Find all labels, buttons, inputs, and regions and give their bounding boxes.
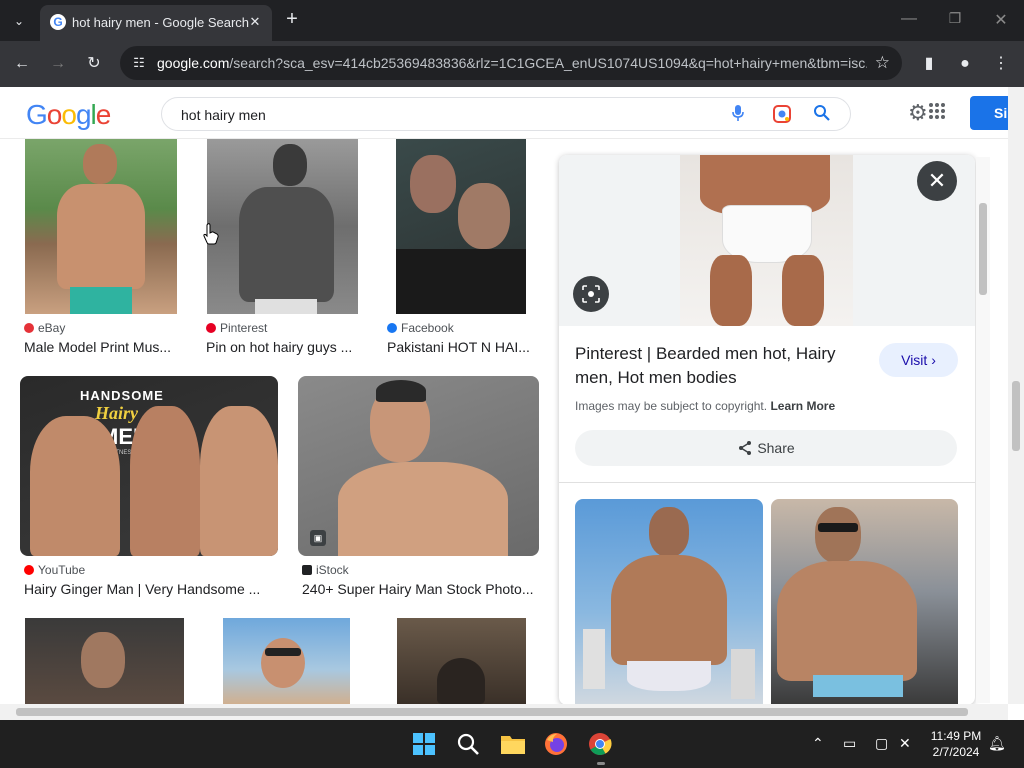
url-domain: google.com <box>157 55 230 71</box>
panel-title[interactable]: Pinterest | Bearded men hot, Hairy men, … <box>575 342 865 390</box>
thumb-text-handsome: HANDSOME <box>80 388 164 403</box>
result-source-3[interactable]: Facebook <box>387 321 454 335</box>
browser-toolbar: ← → ↻ ☷ google.com/search?sca_esv=414cb2… <box>0 41 1024 87</box>
copyright-notice: Images may be subject to copyright. Lear… <box>575 399 835 413</box>
thumb-text-hairy: Hairy <box>95 403 138 423</box>
result-source-1[interactable]: eBay <box>24 321 65 335</box>
result-image-3[interactable] <box>396 139 526 314</box>
voice-search-icon[interactable] <box>727 104 749 126</box>
result-caption-3[interactable]: Pakistani HOT N HAI... <box>387 339 532 355</box>
result-image-2[interactable] <box>207 139 358 314</box>
result-source-4[interactable]: YouTube <box>24 563 85 577</box>
share-icon <box>739 441 752 455</box>
related-image-1[interactable] <box>575 499 763 705</box>
source-label: eBay <box>38 321 66 335</box>
image-badge-icon: ▣ <box>310 530 326 546</box>
google-logo[interactable]: Google <box>26 99 111 131</box>
clock-date: 2/7/2024 <box>932 745 980 759</box>
learn-more-link[interactable]: Learn More <box>770 399 835 413</box>
side-panel-icon[interactable]: ▮ <box>918 53 940 75</box>
result-image-8[interactable] <box>397 618 526 704</box>
url-path: /search?sca_esv=414cb25369483836&rlz=1C1… <box>229 55 867 71</box>
lens-icon[interactable] <box>573 276 609 312</box>
tab-active[interactable]: G hot hairy men - Google Search ✕ <box>40 5 272 41</box>
source-label: Facebook <box>401 321 454 335</box>
chevron-right-icon: › <box>931 352 936 368</box>
youtube-icon <box>24 565 34 575</box>
maximize-button[interactable]: ❐ <box>944 10 966 30</box>
network-icon[interactable]: ▭ <box>843 735 856 752</box>
result-image-5[interactable]: ▣ <box>298 376 539 556</box>
result-image-1[interactable] <box>25 139 177 314</box>
hand-cursor-icon <box>203 223 219 245</box>
system-clock[interactable]: 11:49 PM 2/7/2024 <box>926 728 986 760</box>
visit-label: Visit <box>901 352 928 368</box>
tab-close-icon[interactable]: ✕ <box>246 13 264 31</box>
google-favicon-icon: G <box>50 14 66 30</box>
windows-start-icon[interactable] <box>412 732 438 758</box>
page-vertical-scrollbar[interactable] <box>1008 87 1024 704</box>
bookmark-star-icon[interactable]: ☆ <box>875 53 890 73</box>
profile-avatar-icon[interactable]: ● <box>954 53 976 75</box>
chrome-active-indicator <box>597 762 605 765</box>
facebook-icon <box>387 323 397 333</box>
istock-icon <box>302 565 312 575</box>
related-image-2[interactable] <box>771 499 958 705</box>
result-caption-5[interactable]: 240+ Super Hairy Man Stock Photo... <box>302 581 542 597</box>
panel-divider <box>559 482 975 483</box>
volume-muted-icon[interactable]: ✕ <box>899 735 911 752</box>
address-bar[interactable]: ☷ google.com/search?sca_esv=414cb2536948… <box>120 46 902 80</box>
copyright-text: Images may be subject to copyright. <box>575 399 768 413</box>
minimize-button[interactable]: — <box>898 10 920 30</box>
search-box[interactable]: hot hairy men <box>161 97 851 131</box>
panel-scrollbar[interactable] <box>976 157 990 703</box>
ebay-icon <box>24 323 34 333</box>
show-hidden-icons-chevron-icon[interactable]: ⌃ <box>812 735 824 752</box>
windows-taskbar <box>0 720 1024 768</box>
visit-button[interactable]: Visit › <box>879 343 958 377</box>
chrome-icon[interactable] <box>588 732 614 758</box>
page-horizontal-scrollbar[interactable] <box>0 704 1008 720</box>
result-caption-2[interactable]: Pin on hot hairy guys ... <box>206 339 366 355</box>
reload-icon[interactable]: ↻ <box>83 53 105 75</box>
google-header: Google hot hairy men ⚙ Si <box>0 87 1020 139</box>
firefox-icon[interactable] <box>544 732 570 758</box>
share-label: Share <box>757 440 795 456</box>
source-label: iStock <box>316 563 349 577</box>
tab-search-button[interactable]: ⌄ <box>8 10 30 32</box>
lens-search-icon[interactable] <box>771 104 793 126</box>
close-panel-icon[interactable]: ✕ <box>917 161 957 201</box>
new-tab-button[interactable]: + <box>282 8 302 30</box>
apps-grid-icon[interactable] <box>928 102 948 122</box>
result-image-7[interactable] <box>223 618 350 704</box>
result-caption-1[interactable]: Male Model Print Mus... <box>24 339 184 355</box>
notification-bell-icon[interactable]: 🔔︎ <box>988 735 1006 752</box>
result-image-6[interactable] <box>25 618 184 704</box>
share-button[interactable]: Share <box>575 430 957 466</box>
menu-kebab-icon[interactable]: ⋮ <box>990 53 1012 75</box>
source-label: YouTube <box>38 563 86 577</box>
source-label: Pinterest <box>220 321 268 335</box>
result-source-5[interactable]: iStock <box>302 563 349 577</box>
close-window-button[interactable]: ✕ <box>990 10 1012 30</box>
back-arrow-icon[interactable]: ← <box>11 53 33 75</box>
search-input[interactable]: hot hairy men <box>181 107 266 123</box>
result-image-4[interactable]: HANDSOME Hairy MEN FITNESS <box>20 376 278 556</box>
tab-title: hot hairy men - Google Search <box>72 15 250 30</box>
display-icon[interactable]: ▢ <box>875 735 888 752</box>
result-source-2[interactable]: Pinterest <box>206 321 267 335</box>
result-caption-4[interactable]: Hairy Ginger Man | Very Handsome ... <box>24 581 280 597</box>
clock-time: 11:49 PM <box>930 729 982 743</box>
url-text: google.com/search?sca_esv=414cb253694838… <box>157 55 867 71</box>
search-icon[interactable] <box>811 104 833 126</box>
preview-image[interactable] <box>680 155 853 326</box>
pinterest-icon <box>206 323 216 333</box>
site-info-icon[interactable]: ☷ <box>130 54 148 72</box>
tab-strip: ⌄ G hot hairy men - Google Search ✕ + — … <box>0 0 1024 41</box>
file-explorer-icon[interactable] <box>500 732 526 758</box>
taskbar-search-icon[interactable] <box>456 732 482 758</box>
forward-arrow-icon[interactable]: → <box>47 53 69 75</box>
